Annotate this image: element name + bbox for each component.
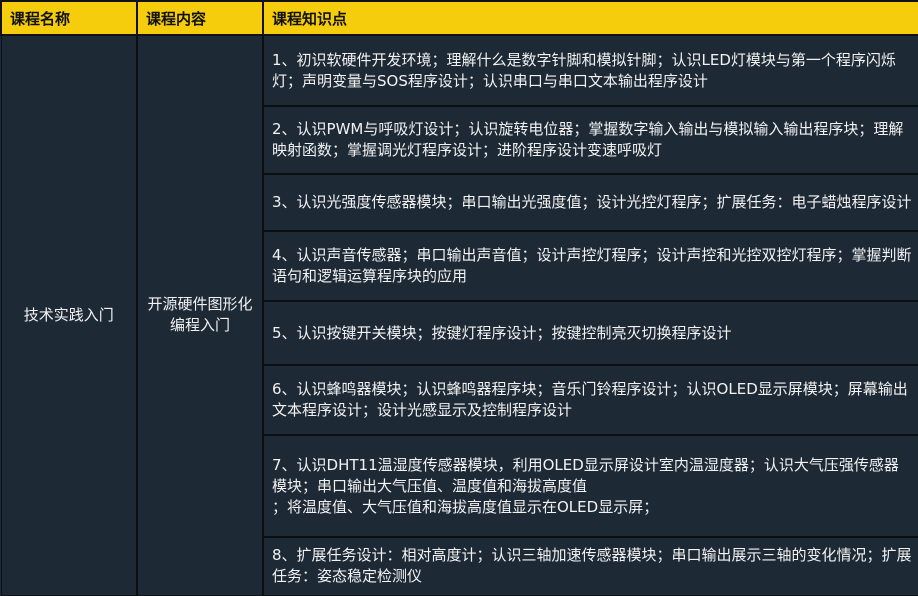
topic-cell: 5、认识按键开关模块；按键灯程序设计；按键控制亮灭切换程序设计 (262, 300, 918, 366)
topic-cell: 4、认识声音传感器；串口输出声音值；设计声控灯程序；设计声控和光控双控灯程序；掌… (262, 230, 918, 302)
course-table: 课程名称 课程内容 课程知识点 技术实践入门 开源硬件图形化编程入门 1、初识软… (0, 0, 918, 596)
table-row: 技术实践入门 开源硬件图形化编程入门 1、初识软硬件开发环境；理解什么是数字针脚… (0, 34, 918, 596)
header-row: 课程名称 课程内容 课程知识点 (0, 0, 918, 36)
topic-cell: 1、初识软硬件开发环境；理解什么是数字针脚和模拟针脚；认识LED灯模块与第一个程… (262, 34, 918, 107)
header-course-content: 课程内容 (136, 0, 264, 36)
topic-cell: 2、认识PWM与呼吸灯设计；认识旋转电位器；掌握数字输入输出与模拟输入输出程序块… (262, 105, 918, 175)
header-course-name: 课程名称 (0, 0, 138, 36)
course-content-cell: 开源硬件图形化编程入门 (136, 34, 264, 596)
topic-cell: 8、扩展任务设计：相对高度计；认识三轴加速传感器模块；串口输出展示三轴的变化情况… (262, 536, 918, 596)
topic-cell: 7、认识DHT11温湿度传感器模块，利用OLED显示屏设计室内温湿度器；认识大气… (262, 434, 918, 538)
topic-cell: 3、认识光强度传感器模块；串口输出光强度值；设计光控灯程序；扩展任务：电子蜡烛程… (262, 173, 918, 232)
header-knowledge-points: 课程知识点 (262, 0, 918, 36)
topic-cell: 6、认识蜂鸣器模块；认识蜂鸣器程序块；音乐门铃程序设计；认识OLED显示屏模块；… (262, 364, 918, 436)
course-name-cell: 技术实践入门 (0, 34, 138, 596)
